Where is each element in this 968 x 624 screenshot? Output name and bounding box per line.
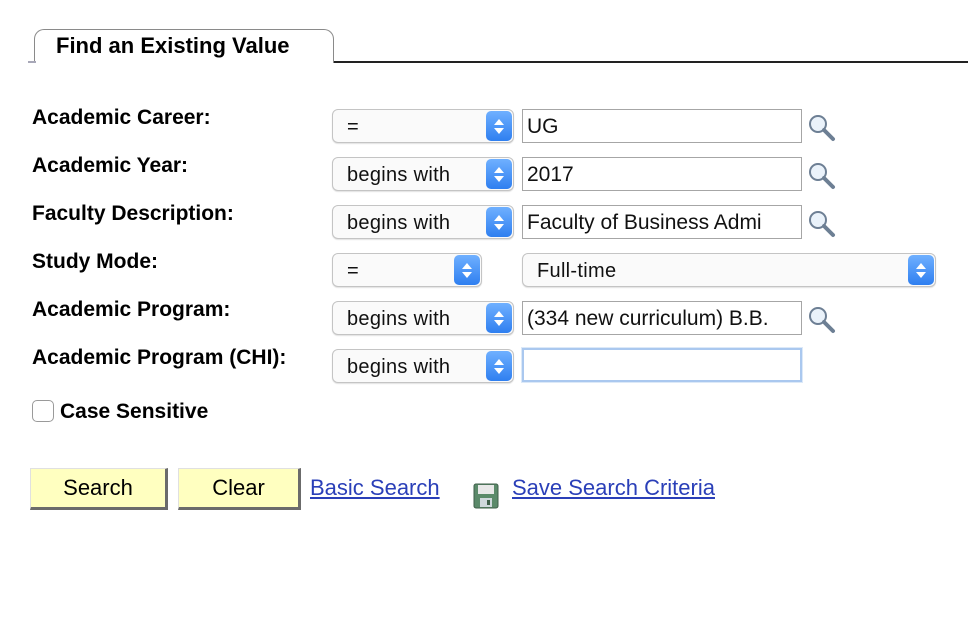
academic-program-value: (334 new curriculum) B.B. bbox=[527, 307, 769, 330]
faculty-description-label: Faculty Description: bbox=[32, 202, 234, 225]
tab-divider-left bbox=[28, 61, 36, 63]
operator-value: begins with bbox=[347, 164, 451, 186]
operator-value: = bbox=[347, 116, 359, 138]
chevron-updown-icon bbox=[486, 159, 512, 189]
academic-career-input[interactable]: UG bbox=[522, 109, 802, 143]
chevron-updown-icon bbox=[486, 207, 512, 237]
faculty-description-input[interactable]: Faculty of Business Admi bbox=[522, 205, 802, 239]
academic-program-input[interactable]: (334 new curriculum) B.B. bbox=[522, 301, 802, 335]
academic-program-chi-input[interactable] bbox=[522, 348, 802, 382]
save-search-criteria-link[interactable]: Save Search Criteria bbox=[512, 475, 715, 501]
academic-program-operator-select[interactable]: begins with bbox=[332, 301, 514, 335]
academic-year-label: Academic Year: bbox=[32, 154, 189, 177]
tab-label: Find an Existing Value bbox=[56, 33, 290, 58]
chevron-updown-icon bbox=[486, 351, 512, 381]
academic-year-value: 2017 bbox=[527, 163, 574, 186]
operator-value: begins with bbox=[347, 212, 451, 234]
academic-program-label: Academic Program: bbox=[32, 298, 231, 321]
case-sensitive-label: Case Sensitive bbox=[60, 400, 209, 423]
academic-year-input[interactable]: 2017 bbox=[522, 157, 802, 191]
operator-value: = bbox=[347, 260, 359, 282]
faculty-description-value: Faculty of Business Admi bbox=[527, 211, 762, 234]
floppy-disk-icon[interactable] bbox=[472, 482, 500, 510]
academic-program-chi-operator-select[interactable]: begins with bbox=[332, 349, 514, 383]
tab-divider bbox=[334, 61, 968, 63]
chevron-updown-icon bbox=[908, 255, 934, 285]
academic-year-operator-select[interactable]: begins with bbox=[332, 157, 514, 191]
operator-value: begins with bbox=[347, 308, 451, 330]
academic-program-chi-label: Academic Program (CHI): bbox=[32, 346, 287, 369]
study-mode-value: Full-time bbox=[537, 260, 617, 282]
operator-value: begins with bbox=[347, 356, 451, 378]
chevron-updown-icon bbox=[486, 303, 512, 333]
chevron-updown-icon bbox=[486, 111, 512, 141]
magnifier-lookup-icon[interactable] bbox=[806, 112, 836, 142]
magnifier-lookup-icon[interactable] bbox=[806, 304, 836, 334]
clear-button[interactable]: Clear bbox=[178, 468, 301, 510]
chevron-updown-icon bbox=[454, 255, 480, 285]
search-button[interactable]: Search bbox=[30, 468, 168, 510]
study-mode-label: Study Mode: bbox=[32, 250, 158, 273]
academic-career-operator-select[interactable]: = bbox=[332, 109, 514, 143]
case-sensitive-checkbox[interactable] bbox=[32, 400, 54, 422]
faculty-description-operator-select[interactable]: begins with bbox=[332, 205, 514, 239]
magnifier-lookup-icon[interactable] bbox=[806, 208, 836, 238]
basic-search-link[interactable]: Basic Search bbox=[310, 475, 440, 501]
magnifier-lookup-icon[interactable] bbox=[806, 160, 836, 190]
study-mode-operator-select[interactable]: = bbox=[332, 253, 482, 287]
study-mode-value-select[interactable]: Full-time bbox=[522, 253, 936, 287]
academic-career-label: Academic Career: bbox=[32, 106, 211, 129]
academic-career-value: UG bbox=[527, 115, 559, 138]
